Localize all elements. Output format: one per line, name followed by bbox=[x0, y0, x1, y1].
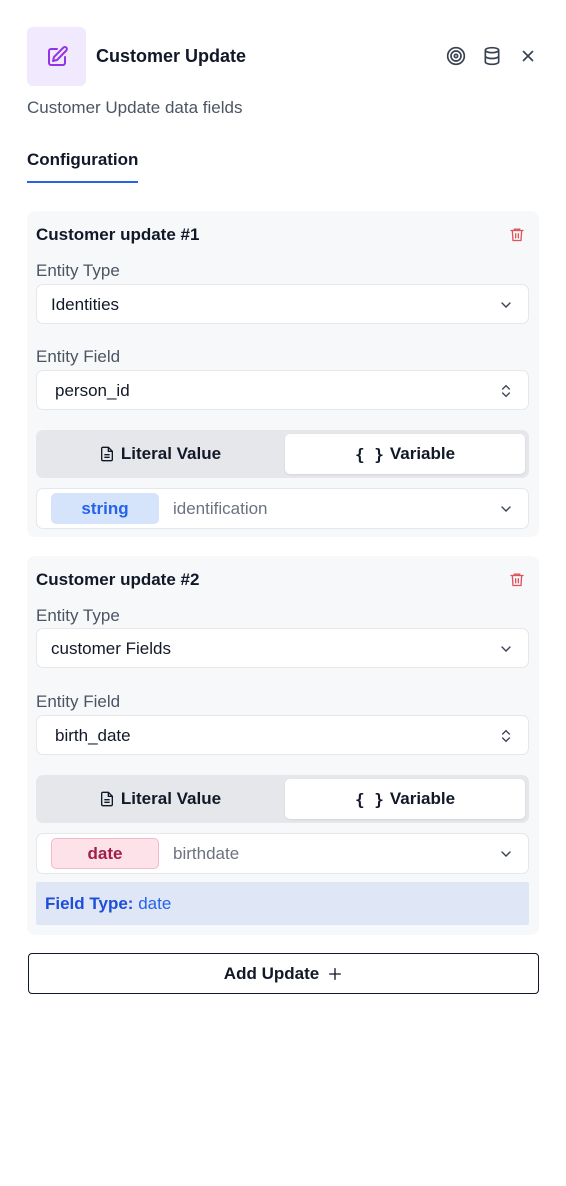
document-icon bbox=[100, 446, 113, 462]
type-badge: string bbox=[51, 493, 159, 524]
add-update-button[interactable]: Add Update bbox=[28, 953, 539, 994]
value-mode-toggle: Literal Value { } Variable bbox=[36, 775, 529, 823]
entity-type-select[interactable]: Identities bbox=[36, 284, 529, 324]
close-icon[interactable] bbox=[517, 45, 539, 67]
value-mode-toggle: Literal Value { } Variable bbox=[36, 430, 529, 478]
customer-update-card: Customer update #1 Entity Type Identitie… bbox=[27, 211, 539, 537]
panel-title: Customer Update bbox=[96, 46, 247, 66]
variable-name: birthdate bbox=[173, 844, 240, 863]
entity-field-value: person_id bbox=[55, 381, 130, 400]
literal-value-label: Literal Value bbox=[120, 789, 222, 808]
entity-field-select[interactable]: person_id bbox=[36, 370, 529, 410]
chevron-up-down-icon bbox=[502, 729, 510, 743]
braces-icon: { } bbox=[354, 789, 384, 809]
trash-icon bbox=[510, 573, 524, 586]
literal-value-option[interactable]: Literal Value bbox=[40, 779, 280, 819]
field-type-value: date bbox=[138, 894, 172, 913]
tab-configuration[interactable]: Configuration bbox=[27, 150, 139, 183]
header-actions bbox=[445, 45, 539, 67]
chevron-down-icon bbox=[501, 851, 511, 857]
variable-option[interactable]: { } Variable bbox=[285, 434, 525, 474]
add-update-label: Add Update bbox=[223, 963, 320, 983]
chevron-up-down-icon bbox=[502, 384, 510, 398]
field-type-info: Field Type: date bbox=[36, 882, 529, 925]
delete-update-button[interactable] bbox=[505, 222, 529, 246]
entity-type-label: Entity Type bbox=[36, 606, 120, 625]
tab-bar: Configuration bbox=[27, 150, 539, 183]
chevron-down-icon bbox=[501, 302, 511, 308]
customer-update-card: Customer update #2 Entity Type customer … bbox=[27, 556, 539, 935]
customer-update-panel: Customer Update Customer Update data fie… bbox=[0, 0, 566, 1186]
delete-update-button[interactable] bbox=[505, 567, 529, 591]
entity-field-label: Entity Field bbox=[36, 347, 121, 366]
variable-option[interactable]: { } Variable bbox=[285, 779, 525, 819]
braces-icon: { } bbox=[354, 444, 384, 464]
literal-value-option[interactable]: Literal Value bbox=[40, 434, 280, 474]
panel-subtitle: Customer Update data fields bbox=[27, 98, 243, 117]
edit-icon bbox=[27, 27, 86, 86]
trash-icon bbox=[510, 228, 524, 241]
variable-select[interactable]: date birthdate bbox=[36, 833, 529, 874]
chevron-down-icon bbox=[501, 506, 511, 512]
variable-label: Variable bbox=[389, 789, 456, 808]
entity-type-value: Identities bbox=[51, 295, 120, 314]
database-icon[interactable] bbox=[481, 45, 503, 67]
literal-value-label: Literal Value bbox=[120, 444, 222, 463]
chevron-down-icon bbox=[501, 646, 511, 652]
document-icon bbox=[100, 791, 113, 807]
plus-icon bbox=[329, 967, 342, 980]
entity-field-value: birth_date bbox=[55, 726, 131, 745]
panel-header: Customer Update bbox=[27, 27, 539, 86]
type-badge: date bbox=[51, 838, 159, 869]
field-type-label: Field Type: bbox=[45, 894, 134, 913]
entity-field-label: Entity Field bbox=[36, 692, 121, 711]
entity-type-value: customer Fields bbox=[51, 639, 171, 658]
variable-select[interactable]: string identification bbox=[36, 488, 529, 529]
card-title: Customer update #1 bbox=[36, 225, 200, 244]
entity-type-select[interactable]: customer Fields bbox=[36, 628, 529, 668]
entity-field-select[interactable]: birth_date bbox=[36, 715, 529, 755]
entity-type-label: Entity Type bbox=[36, 261, 120, 280]
variable-label: Variable bbox=[389, 444, 456, 463]
variable-name: identification bbox=[173, 499, 268, 518]
target-icon[interactable] bbox=[445, 45, 467, 67]
card-title: Customer update #2 bbox=[36, 570, 200, 589]
